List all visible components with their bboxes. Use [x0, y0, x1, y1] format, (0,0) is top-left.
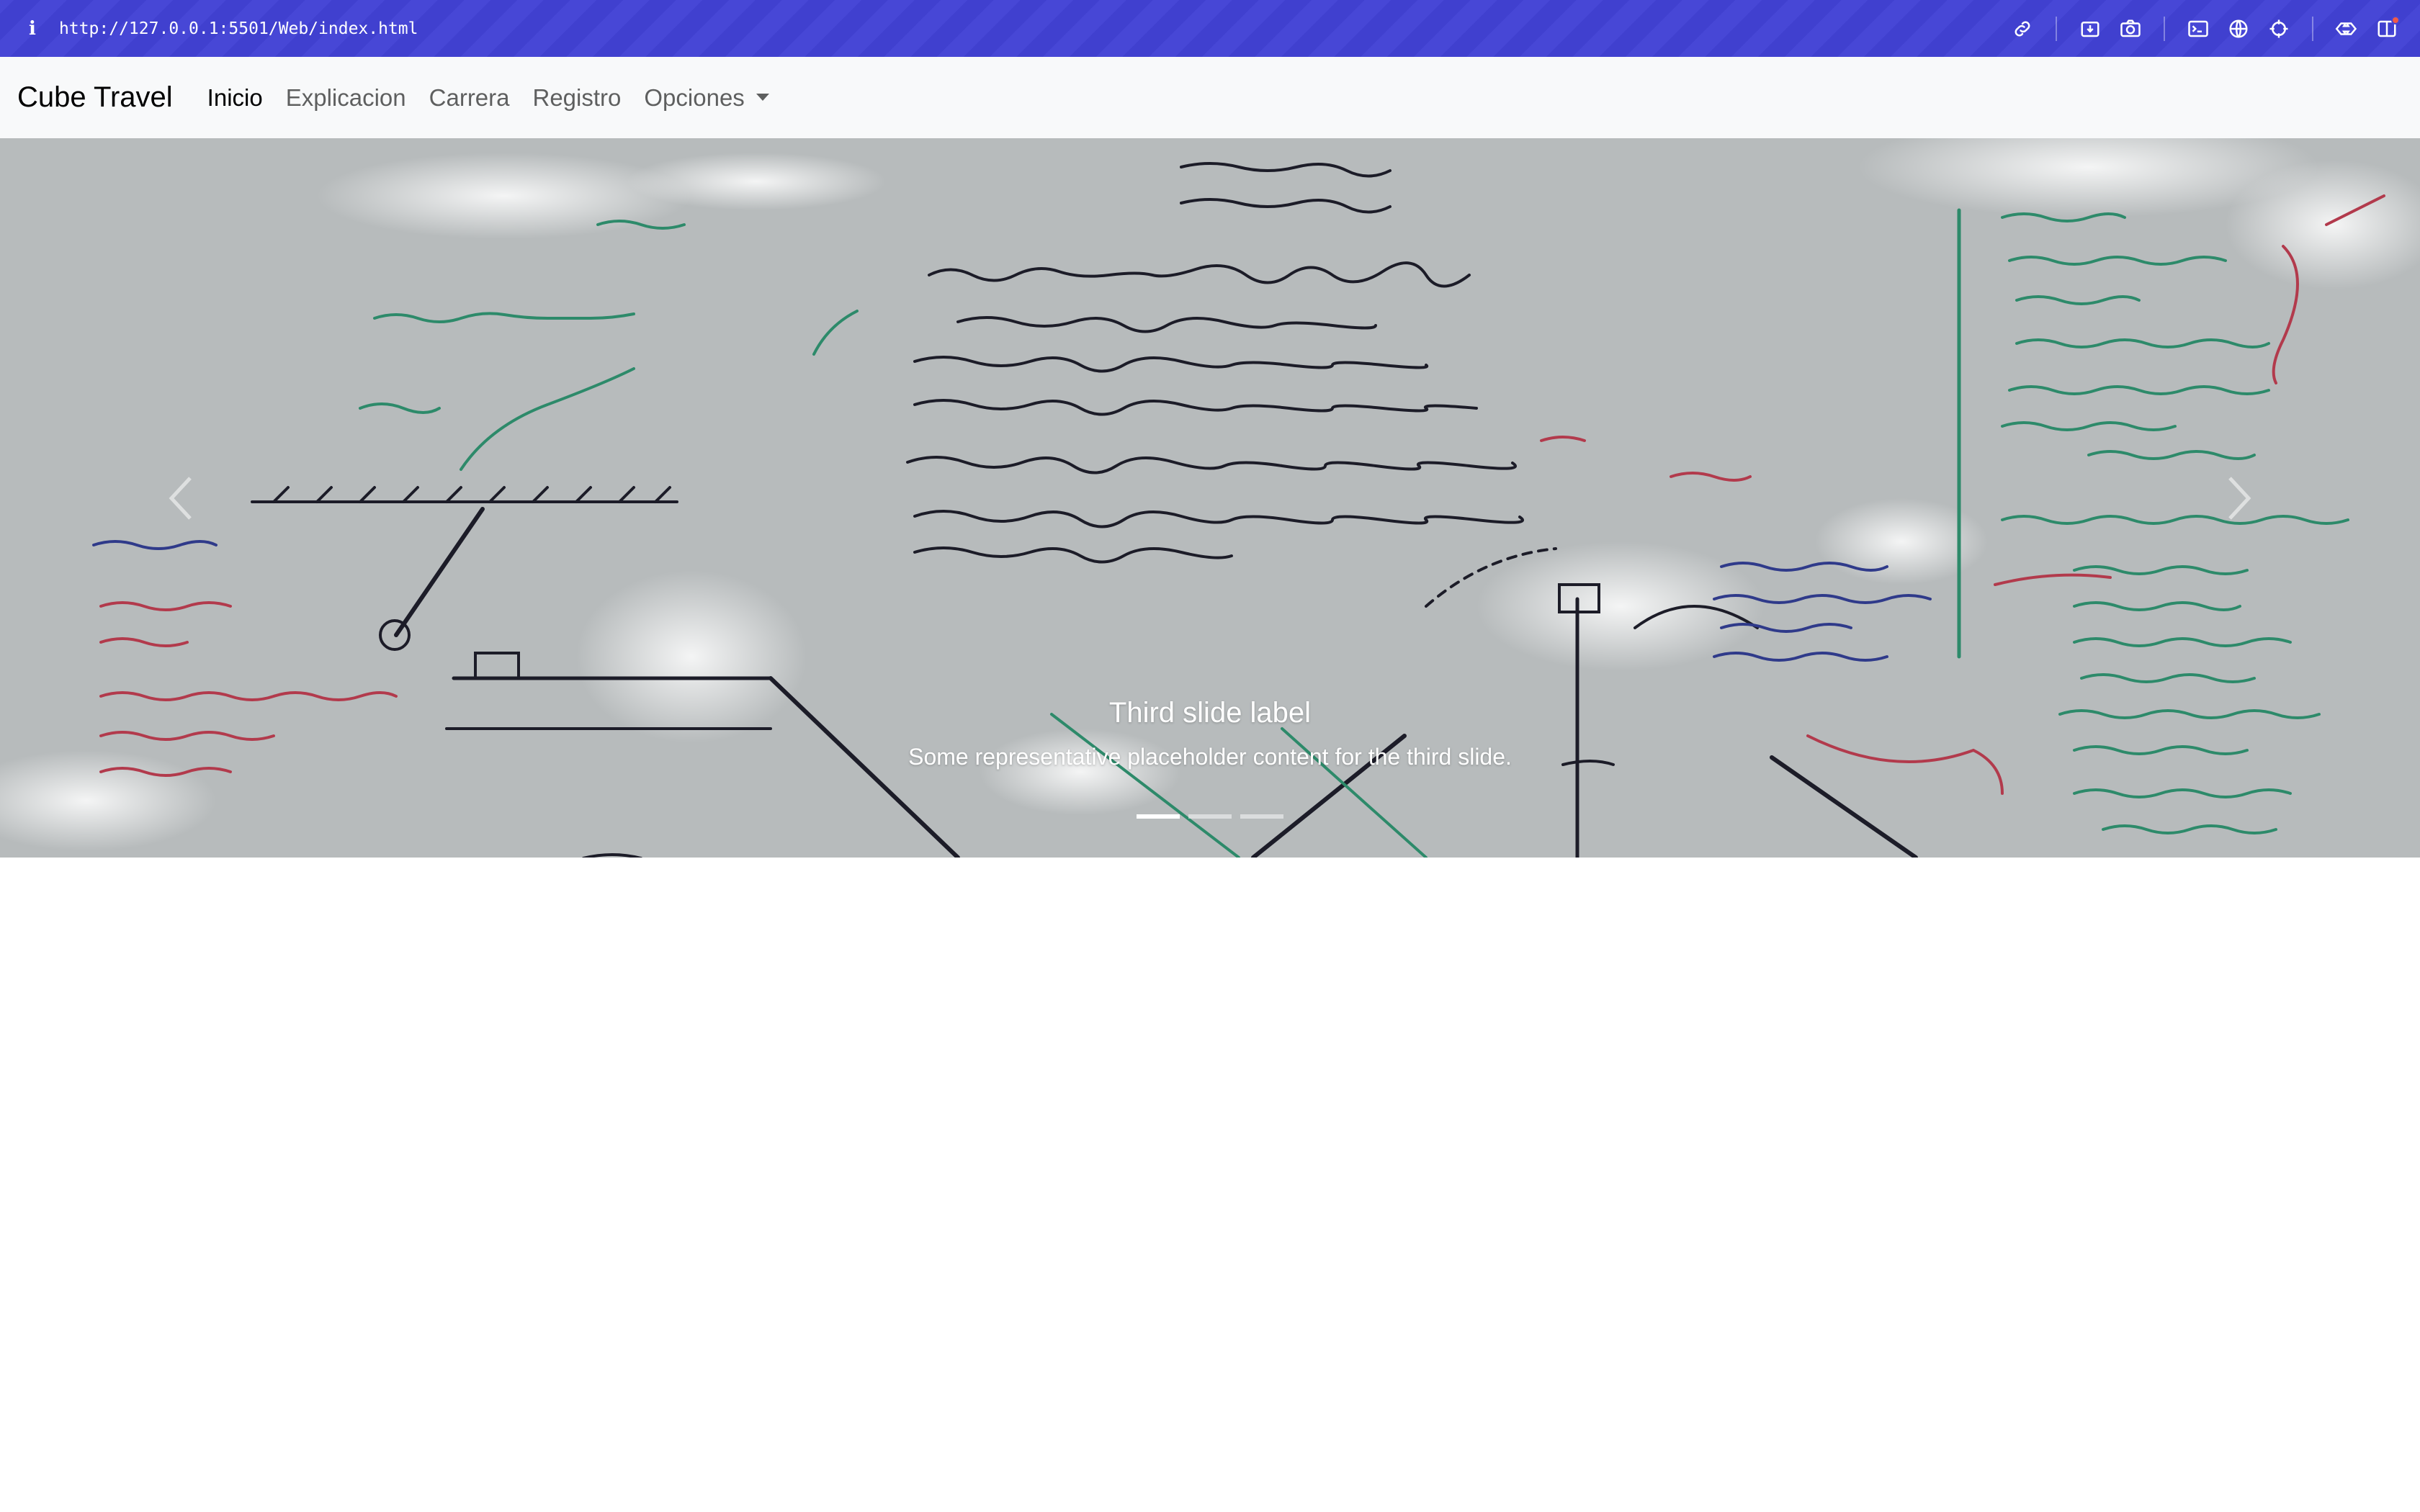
- nav-link-inicio[interactable]: Inicio: [207, 84, 263, 112]
- terminal-icon[interactable]: [2182, 13, 2214, 45]
- nav-dropdown-opciones[interactable]: Opciones: [644, 84, 769, 112]
- crosshair-icon[interactable]: [2263, 13, 2295, 45]
- nav-link-explicacion[interactable]: Explicacion: [286, 84, 406, 112]
- chevron-left-icon: [169, 476, 192, 520]
- slide-description: Some representative placeholder content …: [908, 744, 1512, 770]
- browser-toolbar: i http://127.0.0.1:5501/Web/index.html: [0, 0, 2420, 57]
- slide-title: Third slide label: [1108, 697, 1312, 729]
- globe-icon[interactable]: [2223, 13, 2254, 45]
- carousel-indicator-1[interactable]: [1137, 814, 1180, 819]
- navbar: Cube Travel Inicio Explicacion Carrera R…: [0, 57, 2420, 138]
- carousel-indicators: [0, 814, 2420, 819]
- toolbar-divider: [2312, 16, 2313, 41]
- hero-carousel: Third slide label Some representative pl…: [0, 138, 2420, 858]
- site-info-icon[interactable]: i: [22, 18, 43, 40]
- toolbar-divider: [2056, 16, 2057, 41]
- url-bar[interactable]: http://127.0.0.1:5501/Web/index.html: [59, 19, 418, 38]
- sidebar-icon[interactable]: [2371, 13, 2403, 45]
- navbar-brand[interactable]: Cube Travel: [17, 81, 173, 114]
- nav-links: Inicio Explicacion Carrera Registro Opci…: [207, 84, 792, 112]
- nav-link-carrera[interactable]: Carrera: [429, 84, 510, 112]
- toolbar-divider: [2164, 16, 2165, 41]
- notification-dot: [2391, 15, 2400, 24]
- browser-tools: [2002, 0, 2407, 57]
- link-icon[interactable]: [2007, 13, 2038, 45]
- carousel-indicator-3[interactable]: [1240, 814, 1283, 819]
- carousel-indicator-2[interactable]: [1188, 814, 1232, 819]
- extensions-icon[interactable]: [2331, 13, 2362, 45]
- caret-down-icon: [756, 93, 769, 101]
- camera-icon[interactable]: [2115, 13, 2146, 45]
- chevron-right-icon: [2228, 476, 2251, 520]
- download-icon[interactable]: [2074, 13, 2106, 45]
- nav-dropdown-label: Opciones: [644, 84, 745, 111]
- carousel-caption: Third slide label Some representative pl…: [0, 693, 2420, 775]
- nav-link-registro[interactable]: Registro: [533, 84, 622, 112]
